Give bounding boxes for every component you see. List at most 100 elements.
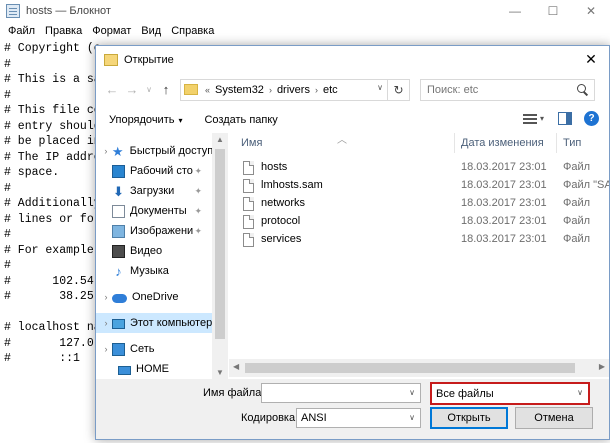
nav-item[interactable]: Документы ✦ <box>96 201 212 221</box>
file-row[interactable]: services 18.03.2017 23:01 Файл <box>229 231 609 249</box>
notepad-line: # This is a sa <box>4 73 101 86</box>
file-row[interactable]: lmhosts.sam 18.03.2017 23:01 Файл "SA <box>229 177 609 195</box>
file-type: Файл <box>563 197 591 209</box>
search-icon[interactable] <box>577 83 588 95</box>
notepad-title: hosts — Блокнот <box>26 5 111 17</box>
refresh-icon[interactable]: ↻ <box>387 79 409 100</box>
notepad-menubar: Файл Правка Формат Вид Справка <box>0 22 610 40</box>
notepad-line: # 127.0. <box>4 336 101 350</box>
navigation-pane: HOME › Сеть › Этот компьютер › OneDrive ♪ Музыка… <box>96 133 228 379</box>
nav-item-label: Видео <box>130 245 163 257</box>
column-header-name[interactable]: Имя <box>241 133 441 153</box>
file-row[interactable]: networks 18.03.2017 23:01 Файл <box>229 195 609 213</box>
notepad-window-controls: — ☐ ✕ <box>496 0 610 22</box>
new-folder-button[interactable]: Создать папку <box>204 114 277 126</box>
expand-chevron-icon[interactable]: › <box>100 146 112 156</box>
filename-dropdown-icon[interactable]: ∨ <box>409 388 415 397</box>
scroll-down-icon[interactable]: ▼ <box>216 368 224 377</box>
minimize-button[interactable]: — <box>496 0 534 22</box>
nav-item[interactable]: › ★ Быстрый доступ <box>96 141 212 161</box>
column-divider[interactable] <box>454 133 455 153</box>
file-date: 18.03.2017 23:01 <box>461 233 547 245</box>
filetype-dropdown-icon[interactable]: ∨ <box>577 388 583 397</box>
encoding-dropdown-icon[interactable]: ∨ <box>409 413 415 422</box>
column-header-type[interactable]: Тип <box>563 133 609 153</box>
breadcrumb-drivers[interactable]: drivers <box>277 84 310 96</box>
column-header-date[interactable]: Дата изменения <box>461 133 556 153</box>
column-divider[interactable] <box>556 133 557 153</box>
organize-button[interactable]: Упорядочить ▾ <box>109 114 182 126</box>
download-icon: ⬇ <box>113 183 124 199</box>
menu-file[interactable]: Файл <box>3 25 40 37</box>
view-dropdown-icon[interactable]: ▾ <box>540 114 544 123</box>
expand-chevron-icon[interactable]: › <box>100 344 112 354</box>
breadcrumb-system32[interactable]: System32 <box>215 84 264 96</box>
nav-item[interactable]: Видео <box>96 241 212 261</box>
desktop-icon <box>112 164 125 178</box>
file-type: Файл "SA <box>563 179 609 191</box>
view-options-icon[interactable] <box>522 113 537 125</box>
pictures-icon <box>112 224 125 238</box>
nav-item[interactable]: › Этот компьютер <box>96 313 212 333</box>
nav-item[interactable]: Рабочий сто ✦ <box>96 161 212 181</box>
file-horizontal-scrollbar[interactable]: ◀ ▶ <box>229 359 609 377</box>
notepad-line: # <box>4 228 11 241</box>
address-overflow-icon[interactable]: « <box>205 85 210 95</box>
menu-format[interactable]: Формат <box>87 25 136 37</box>
address-bar[interactable]: « System32 › drivers › etc ∨ ↻ <box>180 78 410 101</box>
menu-view[interactable]: Вид <box>136 25 166 37</box>
nav-item[interactable]: Изображени ✦ <box>96 221 212 241</box>
notepad-text-area[interactable]: # Copyright (c # # This is a sa # # This fil… <box>4 41 101 367</box>
file-icon <box>243 197 254 211</box>
nav-vertical-scrollbar[interactable]: ▲ ▼ <box>212 133 228 379</box>
breadcrumb-separator-icon[interactable]: › <box>315 85 318 95</box>
scroll-left-icon[interactable]: ◀ <box>233 362 239 371</box>
file-type: Файл <box>563 161 591 173</box>
search-box[interactable] <box>420 78 595 101</box>
breadcrumb-separator-icon[interactable]: › <box>269 85 272 95</box>
cancel-button[interactable]: Отмена <box>515 407 593 429</box>
back-arrow-icon[interactable]: ← <box>102 79 122 101</box>
scroll-up-icon[interactable]: ▲ <box>216 135 224 144</box>
recent-locations-chevron-icon[interactable]: ∨ <box>142 79 156 101</box>
file-row[interactable]: hosts 18.03.2017 23:01 Файл <box>229 159 609 177</box>
nav-item[interactable]: ♪ Музыка <box>96 261 212 281</box>
nav-item[interactable]: › OneDrive <box>96 287 212 307</box>
encoding-select[interactable]: ANSI ∨ <box>296 408 421 428</box>
filetype-select[interactable]: Все файлы ∨ <box>430 382 590 405</box>
file-row[interactable]: protocol 18.03.2017 23:01 Файл <box>229 213 609 231</box>
notepad-line: # localhost na <box>4 321 101 334</box>
forward-arrow-icon[interactable]: → <box>122 79 142 101</box>
onedrive-icon <box>112 294 127 303</box>
nav-item-label: Документы <box>130 205 187 217</box>
expand-chevron-icon[interactable]: › <box>100 292 112 302</box>
nav-item[interactable]: HOME <box>96 359 212 379</box>
nav-item-label: Быстрый доступ <box>129 145 212 157</box>
search-input[interactable] <box>427 83 567 96</box>
scroll-thumb[interactable] <box>215 149 225 339</box>
close-button[interactable]: ✕ <box>572 0 610 22</box>
breadcrumb-etc[interactable]: etc <box>323 84 338 96</box>
filename-input[interactable]: ∨ <box>261 383 421 403</box>
maximize-button[interactable]: ☐ <box>534 0 572 22</box>
menu-edit[interactable]: Правка <box>40 25 87 37</box>
menu-help[interactable]: Справка <box>166 25 219 37</box>
scroll-right-icon[interactable]: ▶ <box>599 362 605 371</box>
notepad-line: # For example: <box>4 243 101 257</box>
file-icon <box>243 161 254 175</box>
preview-pane-icon[interactable] <box>558 112 572 125</box>
scroll-thumb[interactable] <box>245 363 575 373</box>
nav-item[interactable]: › Сеть <box>96 339 212 359</box>
file-type: Файл <box>563 233 591 245</box>
notepad-line: # The IP addre <box>4 150 101 164</box>
expand-chevron-icon[interactable]: › <box>100 318 112 328</box>
home-computer-icon <box>118 365 131 375</box>
up-arrow-icon[interactable]: ↑ <box>156 79 176 101</box>
address-dropdown-icon[interactable]: ∨ <box>377 83 383 92</box>
help-icon[interactable]: ? <box>584 111 599 126</box>
dialog-close-icon[interactable]: ✕ <box>581 50 601 68</box>
nav-item[interactable]: ⬇ Загрузки ✦ <box>96 181 212 201</box>
open-button[interactable]: Открыть <box>430 407 508 429</box>
file-list-pane: ︿ Имя Дата изменения Тип hosts 18.03.2017… <box>229 133 609 379</box>
notepad-line: # This file co <box>4 104 101 117</box>
